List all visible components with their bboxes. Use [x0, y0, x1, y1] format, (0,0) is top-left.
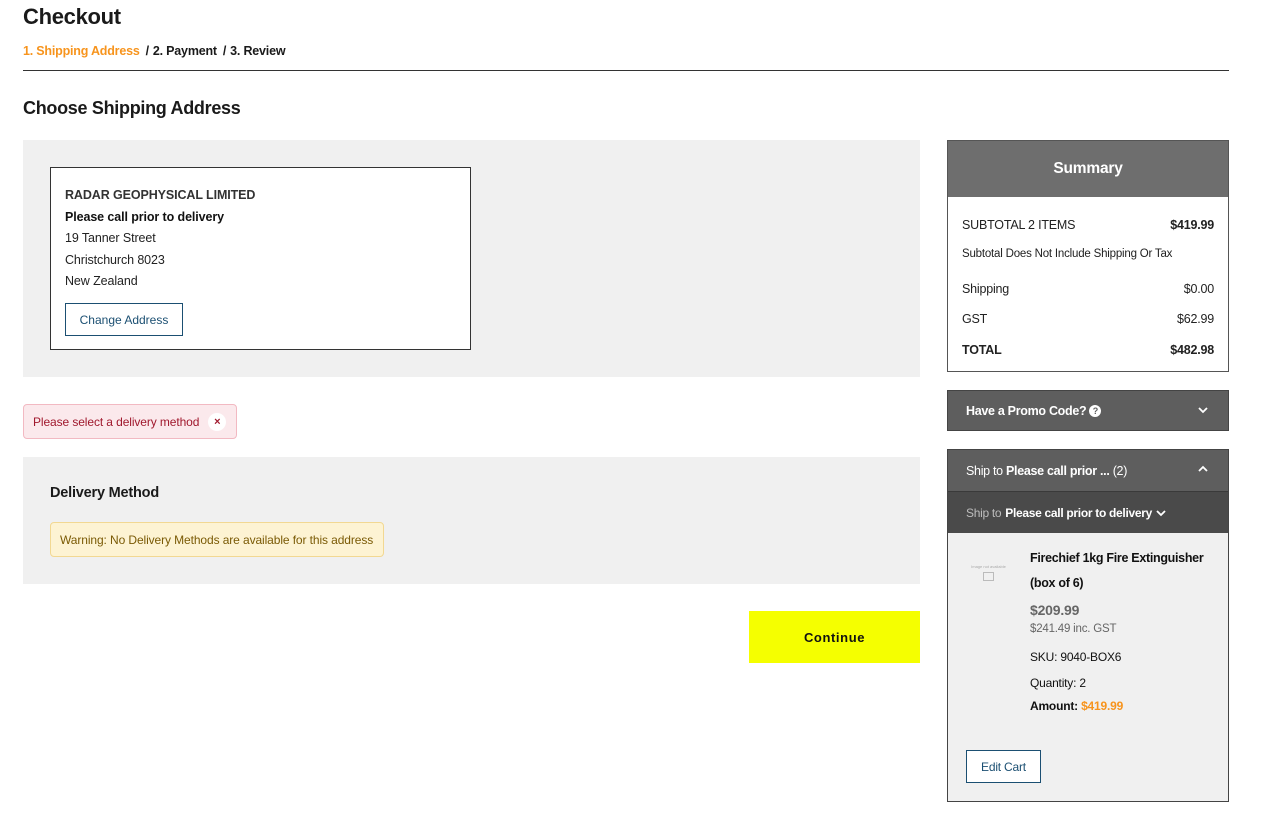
step-payment[interactable]: 2. Payment	[153, 44, 217, 58]
ship-to-subheader[interactable]: Ship to Please call prior to delivery	[948, 491, 1228, 533]
page-title: Checkout	[23, 4, 121, 29]
total-label: TOTAL	[962, 343, 1002, 357]
ship-to-sub-name: Please call prior to delivery	[1005, 505, 1152, 520]
continue-button[interactable]: Continue	[749, 611, 920, 663]
total-value: $482.98	[1170, 343, 1214, 357]
summary-subtotal-row: SUBTOTAL 2 ITEMS $419.99	[962, 218, 1214, 232]
shipping-value: $0.00	[1183, 282, 1214, 296]
delivery-method-panel: Delivery Method Warning: No Delivery Met…	[23, 457, 920, 584]
chevron-down-icon	[1156, 509, 1166, 516]
ship-to-panel: Ship to Please call prior ... (2) Ship t…	[947, 449, 1229, 802]
order-summary: Summary SUBTOTAL 2 ITEMS $419.99 Subtota…	[947, 140, 1229, 372]
chevron-up-icon	[1198, 465, 1208, 472]
step-review[interactable]: 3. Review	[230, 44, 285, 58]
address-street: 19 Tanner Street	[65, 231, 156, 245]
edit-cart-button[interactable]: Edit Cart	[966, 750, 1041, 783]
summary-gst-row: GST $62.99	[962, 312, 1214, 326]
delivery-warning: Warning: No Delivery Methods are availab…	[50, 522, 384, 557]
address-card: RADAR GEOPHYSICAL LIMITED Please call pr…	[50, 167, 471, 350]
ship-to-name: Please call prior ...	[1006, 463, 1110, 478]
summary-title: Summary	[948, 141, 1228, 197]
ship-to-sub-prefix: Ship to	[966, 505, 1002, 520]
step-separator: /	[145, 44, 150, 58]
section-title: Choose Shipping Address	[23, 98, 241, 118]
product-image-placeholder: Image not available	[966, 564, 1011, 594]
shipping-address-panel: RADAR GEOPHYSICAL LIMITED Please call pr…	[23, 140, 920, 377]
error-message: Please select a delivery method	[33, 414, 200, 429]
subtotal-value: $419.99	[1170, 218, 1214, 232]
product-price: $209.99	[1030, 602, 1080, 618]
image-unavailable-text: Image not available	[971, 564, 1006, 569]
gst-value: $62.99	[1176, 312, 1214, 326]
subtotal-label: SUBTOTAL 2 ITEMS	[962, 218, 1076, 232]
address-city: Christchurch 8023	[65, 252, 165, 267]
step-separator: /	[222, 44, 227, 58]
step-shipping-address[interactable]: 1. Shipping Address	[23, 44, 140, 58]
subtotal-note: Subtotal Does Not Include Shipping Or Ta…	[962, 248, 1173, 260]
product-name[interactable]: Firechief 1kg Fire Extinguisher (box of …	[1030, 546, 1215, 596]
ship-to-count: (2)	[1112, 463, 1128, 478]
image-icon	[983, 572, 994, 581]
gst-label: GST	[962, 312, 988, 326]
delivery-method-title: Delivery Method	[50, 485, 159, 501]
amount-value: $419.99	[1081, 699, 1124, 713]
promo-label: Have a Promo Code?	[966, 403, 1087, 418]
address-country: New Zealand	[65, 274, 138, 288]
chevron-down-icon	[1198, 407, 1208, 414]
amount-label: Amount:	[1030, 699, 1078, 713]
checkout-steps: 1. Shipping Address/2. Payment/3. Review	[23, 44, 286, 58]
shipping-label: Shipping	[962, 282, 1010, 296]
help-icon[interactable]: ?	[1089, 404, 1102, 417]
promo-code-toggle[interactable]: Have a Promo Code? ?	[947, 390, 1229, 431]
product-amount: Amount: $419.99	[1030, 699, 1123, 713]
close-icon[interactable]: ×	[208, 412, 227, 431]
header-divider	[23, 70, 1229, 71]
ship-to-prefix: Ship to	[966, 463, 1003, 478]
product-quantity: Quantity: 2	[1030, 676, 1086, 690]
address-note: Please call prior to delivery	[65, 209, 224, 224]
summary-shipping-row: Shipping $0.00	[962, 282, 1214, 296]
ship-to-header[interactable]: Ship to Please call prior ... (2)	[948, 450, 1228, 491]
product-sku: SKU: 9040-BOX6	[1030, 650, 1122, 664]
product-price-inc-gst: $241.49 inc. GST	[1030, 623, 1117, 635]
address-company: RADAR GEOPHYSICAL LIMITED	[65, 188, 256, 202]
summary-total-row: TOTAL $482.98	[962, 343, 1214, 357]
delivery-error-alert: Please select a delivery method ×	[23, 404, 237, 439]
change-address-button[interactable]: Change Address	[65, 303, 183, 336]
